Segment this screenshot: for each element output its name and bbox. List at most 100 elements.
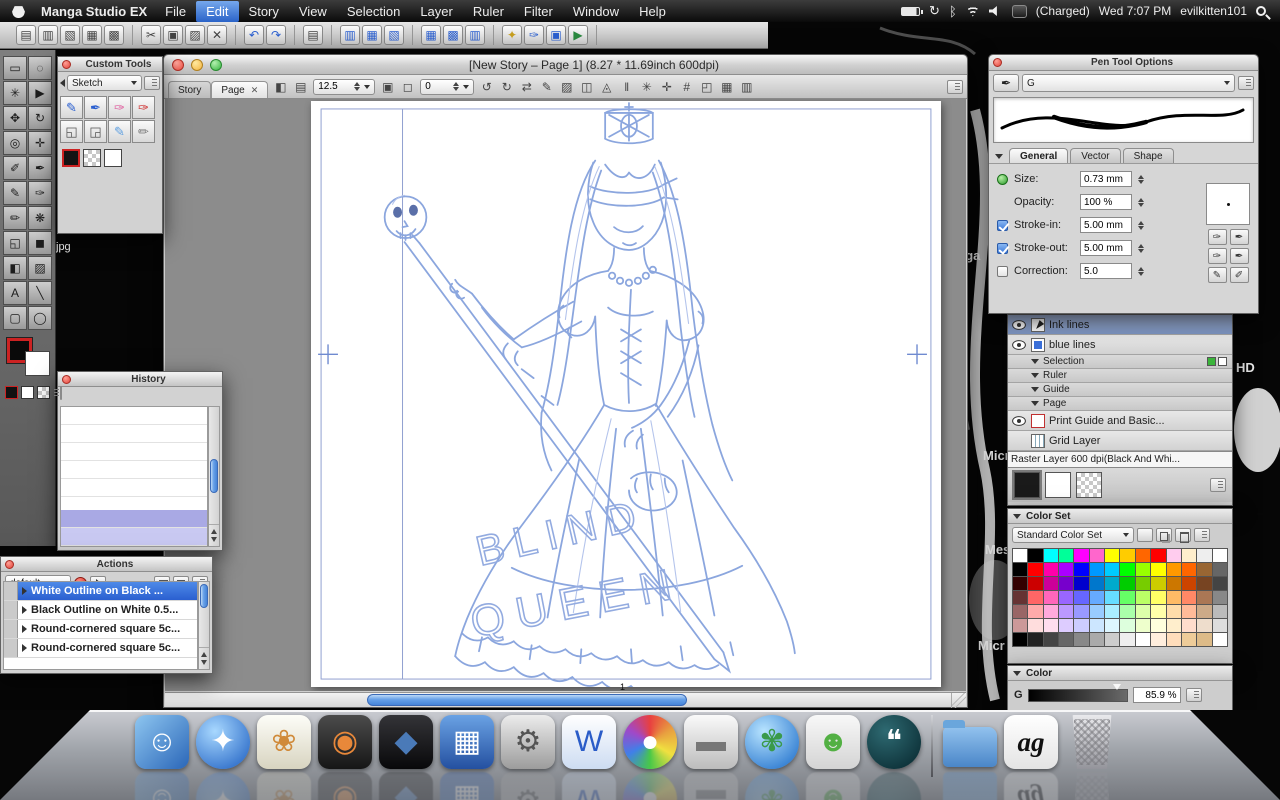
- color-swatch[interactable]: [1028, 549, 1043, 562]
- scanner-icon[interactable]: ▬ ▬: [684, 715, 738, 800]
- pink-marker-tool[interactable]: ✑: [108, 96, 131, 119]
- gray-value-input[interactable]: [1132, 687, 1181, 703]
- color-swatch[interactable]: [1089, 563, 1105, 576]
- layer-row-ink-lines[interactable]: Ink lines: [1008, 315, 1232, 335]
- color-swatch[interactable]: [1181, 591, 1197, 604]
- color-swatch[interactable]: [1135, 619, 1151, 632]
- color-swatch[interactable]: [1135, 605, 1151, 618]
- color-swatch[interactable]: [1166, 619, 1181, 632]
- panel-menu-icon[interactable]: [1185, 688, 1202, 702]
- color-swatch[interactable]: [1166, 563, 1181, 576]
- color-swatch[interactable]: [1212, 619, 1227, 632]
- stroke-in-checkbox[interactable]: [997, 219, 1008, 231]
- color-swatch[interactable]: [1043, 605, 1059, 618]
- rotate-control[interactable]: [420, 78, 475, 95]
- soft-eraser-tool[interactable]: ◱: [60, 120, 83, 143]
- panel-menu-icon[interactable]: [947, 79, 963, 94]
- color-swatch[interactable]: [1212, 549, 1227, 562]
- color-swatch[interactable]: [1013, 577, 1028, 590]
- page-canvas[interactable]: BLIND QUEEN: [311, 101, 941, 691]
- frame-button[interactable]: ◰: [697, 78, 716, 96]
- color-swatch[interactable]: [1089, 633, 1105, 646]
- stroke-in-stepper[interactable]: [1138, 220, 1144, 230]
- tab-vector[interactable]: Vector: [1070, 148, 1121, 163]
- flip-horizontal-button[interactable]: ⇄: [517, 78, 536, 96]
- gray-gradient-slider[interactable]: [1027, 683, 1128, 702]
- time-machine-icon[interactable]: ↻: [929, 3, 940, 19]
- eye-icon[interactable]: [1011, 415, 1027, 426]
- color-swatch[interactable]: [1028, 633, 1043, 646]
- line-tool[interactable]: ╲: [28, 281, 52, 305]
- zoom-dropdown-icon[interactable]: [364, 84, 371, 89]
- app-menu-title[interactable]: Manga Studio EX: [33, 2, 155, 21]
- color-swatch[interactable]: [1043, 633, 1059, 646]
- system-preferences-icon[interactable]: ⚙ ⚙: [501, 715, 555, 800]
- color-swatch[interactable]: [1105, 605, 1120, 618]
- color-swatch[interactable]: [1089, 591, 1105, 604]
- color-swatch[interactable]: [1074, 549, 1089, 562]
- layer-row-print-guide-and-basic[interactable]: Print Guide and Basic...: [1008, 411, 1232, 431]
- color-swatch[interactable]: [1120, 633, 1135, 646]
- color-swatch[interactable]: [1197, 563, 1212, 576]
- color-swatch[interactable]: [1197, 549, 1212, 562]
- fit-page-button[interactable]: ▣: [378, 78, 397, 96]
- custom-background-swatch[interactable]: [104, 149, 122, 167]
- color-swatch[interactable]: [1166, 633, 1181, 646]
- color-swatch[interactable]: [1013, 549, 1028, 562]
- color-swatch[interactable]: [1013, 633, 1028, 646]
- color-swatch[interactable]: [1043, 591, 1059, 604]
- move-tool[interactable]: ✛: [28, 131, 52, 155]
- disclosure-icon[interactable]: [22, 606, 27, 614]
- copy-button[interactable]: ▣: [163, 25, 183, 45]
- color-swatch[interactable]: [1120, 619, 1135, 632]
- battery-status-label[interactable]: (Charged): [1036, 4, 1090, 18]
- new-page-button[interactable]: ▥: [38, 25, 58, 45]
- bluetooth-icon[interactable]: ᛒ: [949, 4, 957, 19]
- color-swatch[interactable]: [1181, 605, 1197, 618]
- minimize-button[interactable]: [191, 58, 203, 71]
- stroke-out-stepper[interactable]: [1138, 243, 1144, 253]
- blue-pencil-tool[interactable]: ✎: [60, 96, 83, 119]
- open-button[interactable]: ▧: [60, 25, 80, 45]
- color-swatch[interactable]: [1074, 633, 1089, 646]
- pen-preset-select[interactable]: G: [1022, 74, 1235, 92]
- desktop-file-label[interactable]: jpg: [56, 241, 71, 253]
- guide-button[interactable]: ◫: [577, 78, 596, 96]
- color-swatch[interactable]: [1197, 591, 1212, 604]
- prev-page-button[interactable]: ◧: [271, 78, 290, 96]
- fast-user-switch-label[interactable]: evilkitten101: [1180, 4, 1247, 18]
- color-swatch[interactable]: [1059, 549, 1074, 562]
- ruler-button[interactable]: ▦: [717, 78, 736, 96]
- color-swatch[interactable]: [1212, 577, 1227, 590]
- menu-selection[interactable]: Selection: [337, 1, 410, 22]
- stroke-in-input[interactable]: [1080, 217, 1132, 233]
- action-item-round-cornered-square-5c[interactable]: Round-cornered square 5c...: [4, 639, 197, 658]
- print-guide-button[interactable]: ▤: [291, 78, 310, 96]
- eye-icon[interactable]: [1011, 339, 1027, 350]
- menu-edit[interactable]: Edit: [196, 0, 239, 22]
- transparent-swatch[interactable]: [1076, 472, 1102, 498]
- color-swatch[interactable]: [1212, 633, 1227, 646]
- color-swatch[interactable]: [1028, 619, 1043, 632]
- redo-button[interactable]: ↷: [266, 25, 286, 45]
- transparent-color-swatch[interactable]: [37, 386, 50, 399]
- action-toggle-cell[interactable]: [4, 582, 18, 600]
- materials-button[interactable]: ▣: [546, 25, 566, 45]
- correction-checkbox[interactable]: [997, 265, 1008, 277]
- delete-color-button[interactable]: [1175, 528, 1191, 543]
- menu-layer[interactable]: Layer: [410, 1, 463, 22]
- color-swatch[interactable]: [1105, 591, 1120, 604]
- color-swatch[interactable]: [1151, 619, 1166, 632]
- collapse-icon[interactable]: [995, 154, 1003, 159]
- menu-window[interactable]: Window: [563, 1, 629, 22]
- color-swatch[interactable]: [1059, 563, 1074, 576]
- airbrush-tool[interactable]: ❋: [28, 206, 52, 230]
- red-marker-tool[interactable]: ✑: [132, 96, 155, 119]
- action-toggle-cell[interactable]: [4, 601, 18, 619]
- color-swatch[interactable]: [1074, 577, 1089, 590]
- color-swatch[interactable]: [1013, 605, 1028, 618]
- pen-tool[interactable]: ✒: [28, 156, 52, 180]
- color-swatch[interactable]: [1013, 619, 1028, 632]
- messenger-icon[interactable]: ☻ ☻: [806, 715, 860, 800]
- draft-mode-button[interactable]: ✎: [537, 78, 556, 96]
